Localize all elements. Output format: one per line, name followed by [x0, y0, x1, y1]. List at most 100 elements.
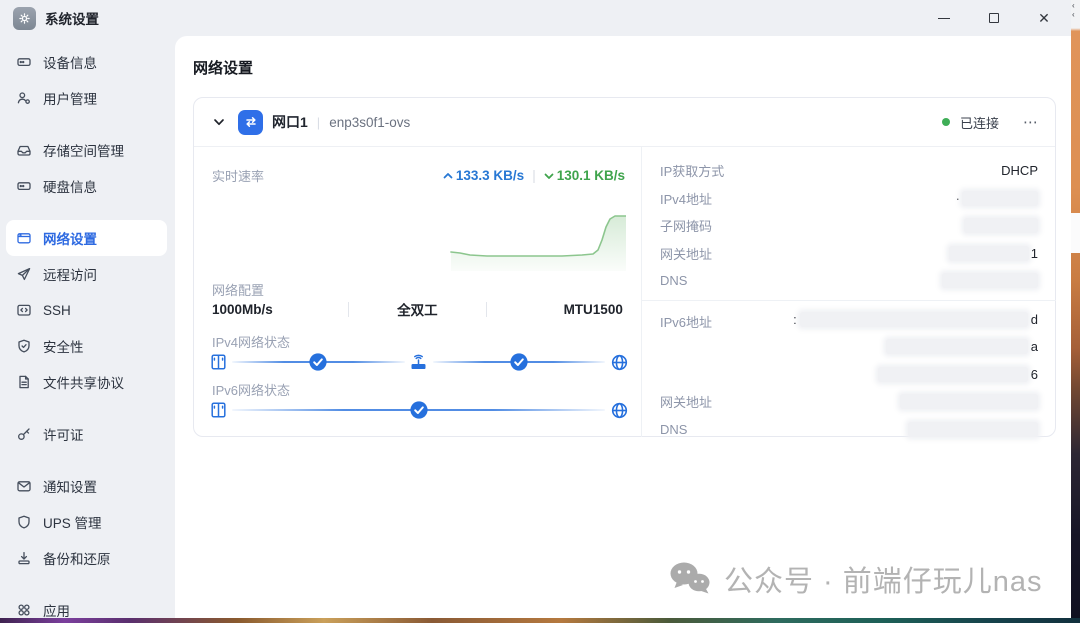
window-title: 系统设置 [45, 8, 99, 28]
shield-check-icon [16, 338, 32, 354]
code-icon [16, 302, 32, 318]
header-separator: | [317, 115, 320, 130]
document-icon [16, 374, 32, 390]
detail-row-subnet-mask: 子网掩码 [660, 212, 1038, 240]
sidebar-item-label: 备份和还原 [43, 548, 111, 568]
maximize-button[interactable] [985, 9, 1003, 27]
key-icon [16, 426, 32, 442]
sidebar-item-notification-settings[interactable]: 通知设置 [0, 468, 175, 504]
sidebar-item-ups-management[interactable]: UPS 管理 [0, 504, 175, 540]
wechat-icon [668, 559, 712, 599]
sidebar-item-storage-management[interactable]: 存储空间管理 [0, 132, 175, 168]
network-interface-card: 网口1 | enp3s0f1-ovs 已连接 ⋯ 实时速率 133.3 KB/s [193, 97, 1056, 437]
sidebar-item-ssh[interactable]: SSH [0, 292, 175, 328]
main-panel: 网络设置 网口1 | enp3s0f1-ovs 已连接 ⋯ [175, 36, 1071, 618]
ipv6-status-label: IPv6网络状态 [212, 380, 290, 399]
sidebar-item-disk-info[interactable]: 硬盘信息 [0, 168, 175, 204]
wallpaper-chevrons: ‹‹ [1072, 1, 1075, 19]
sidebar-item-file-sharing[interactable]: 文件共享协议 [0, 364, 175, 400]
disk-icon [16, 178, 32, 194]
watermark: 公众号 · 前端仔玩儿nas [668, 558, 1043, 600]
sidebar-item-user-management[interactable]: 用户管理 [0, 80, 175, 116]
sidebar-item-label: 应用 [43, 600, 70, 620]
sidebar-item-label: 文件共享协议 [43, 372, 124, 392]
desktop-wallpaper-bottom [0, 618, 1080, 623]
redacted-value [964, 218, 1038, 233]
realtime-rate-label: 实时速率 [212, 166, 264, 185]
detail-row-ipv4-dns: DNS [660, 267, 1038, 295]
status-badge: 已连接 [960, 113, 999, 132]
detail-row-ipv6-dns: DNS [660, 416, 1038, 444]
sidebar-item-label: 设备信息 [43, 52, 97, 72]
network-icon [16, 230, 32, 246]
sidebar-item-license[interactable]: 许可证 [0, 416, 175, 452]
sidebar-item-network-settings[interactable]: 网络设置 [6, 220, 167, 256]
close-button[interactable]: ✕ [1035, 9, 1053, 27]
port-name: 网口1 [272, 112, 308, 132]
sidebar-item-label: 网络设置 [43, 228, 97, 248]
sidebar-item-label: 安全性 [43, 336, 84, 356]
download-icon [16, 550, 32, 566]
sidebar-item-device-info[interactable]: 设备信息 [0, 44, 175, 80]
sidebar-item-label: 硬盘信息 [43, 176, 97, 196]
check-circle-icon [409, 400, 429, 420]
status-dot-icon [942, 118, 950, 126]
sidebar-item-label: UPS 管理 [43, 512, 102, 532]
sidebar-item-label: 通知设置 [43, 476, 97, 496]
check-circle-icon [308, 352, 328, 372]
nas-icon [208, 352, 228, 372]
wallpaper-notch [1071, 213, 1080, 253]
ip-mode-value: DHCP [1001, 163, 1038, 178]
sidebar-item-security[interactable]: 安全性 [0, 328, 175, 364]
minimize-button[interactable] [935, 9, 953, 27]
details-divider [642, 300, 1056, 301]
ip-details-column: IP获取方式 DHCP IPv4地址 · 子网掩码 网关地址 1 DNS [641, 147, 1056, 437]
globe-icon [609, 352, 629, 372]
redacted-value [949, 246, 1029, 261]
drive-icon [16, 54, 32, 70]
redacted-value [908, 422, 1038, 437]
sidebar-item-label: 许可证 [43, 424, 84, 444]
ipv4-status-row [208, 351, 629, 373]
speed-separator: | [532, 168, 536, 183]
sidebar-item-label: 存储空间管理 [43, 140, 124, 160]
check-circle-icon [509, 352, 529, 372]
interface-name: enp3s0f1-ovs [329, 115, 410, 130]
card-header[interactable]: 网口1 | enp3s0f1-ovs 已连接 ⋯ [194, 98, 1055, 147]
redacted-value [962, 191, 1038, 206]
redacted-value [942, 273, 1038, 288]
redacted-value [800, 312, 1028, 327]
paper-plane-icon [16, 266, 32, 282]
network-config-label: 网络配置 [212, 280, 264, 299]
sidebar-item-label: 远程访问 [43, 264, 97, 284]
traffic-chart [212, 191, 626, 271]
mtu-value: MTU1500 [487, 302, 623, 317]
users-icon [16, 90, 32, 106]
redacted-value [900, 394, 1038, 409]
network-config-row: 1000Mb/s 全双工 MTU1500 [212, 299, 625, 319]
mail-icon [16, 478, 32, 494]
detail-row-ipv6-gateway: 网关地址 [660, 388, 1038, 416]
sidebar: 设备信息 用户管理 存储空间管理 硬盘信息 网络设置 [0, 44, 175, 623]
duplex-mode: 全双工 [349, 299, 485, 319]
sidebar-item-label: SSH [43, 303, 71, 318]
globe-icon [609, 400, 629, 420]
chevron-down-icon[interactable] [212, 115, 226, 129]
page-title: 网络设置 [193, 57, 253, 78]
sidebar-item-remote-access[interactable]: 远程访问 [0, 256, 175, 292]
download-speed: 130.1 KB/s [544, 168, 625, 183]
detail-row-ip-mode: IP获取方式 DHCP [660, 157, 1038, 185]
ipv4-status-label: IPv4网络状态 [212, 332, 290, 351]
watermark-text: 公众号 · 前端仔玩儿nas [724, 558, 1043, 600]
detail-row-ipv6-address: IPv6地址 :d a 6 [660, 306, 1038, 389]
sidebar-item-backup-restore[interactable]: 备份和还原 [0, 540, 175, 576]
redacted-value [886, 339, 1028, 354]
caret-up-icon [443, 171, 453, 181]
nas-icon [208, 400, 228, 420]
redacted-value [878, 367, 1028, 382]
link-speed: 1000Mb/s [212, 302, 348, 317]
system-settings-window: 系统设置 ✕ 设备信息 用户管理 存储空间管理 [0, 0, 1071, 618]
shield-icon [16, 514, 32, 530]
apps-icon [16, 602, 32, 618]
more-menu-button[interactable]: ⋯ [1023, 113, 1039, 131]
